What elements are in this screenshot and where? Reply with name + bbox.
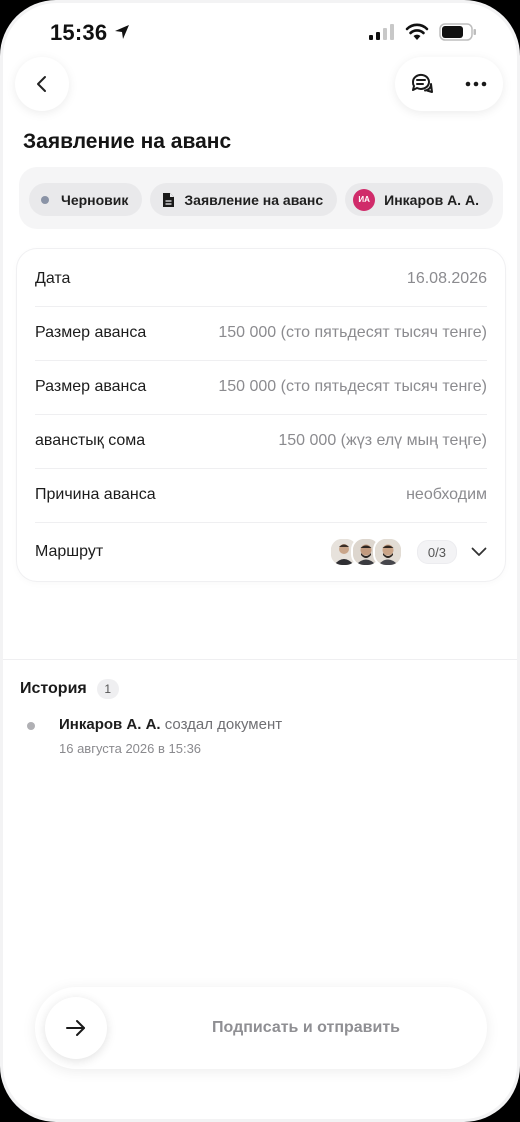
route-counter: 0/3	[416, 540, 457, 564]
signal-icon	[369, 24, 394, 40]
route-label: Маршрут	[35, 543, 104, 560]
chevron-left-icon	[37, 76, 46, 92]
phone-frame: 15:36 Заявление на аванс Черновик Заявле…	[0, 0, 520, 1122]
sign-bar: Подписать и отправить	[35, 987, 487, 1069]
sign-and-send-button[interactable]: Подписать и отправить	[135, 987, 477, 1069]
detail-value: 16.08.2026	[406, 270, 487, 287]
detail-label: аванстық сома	[35, 432, 146, 449]
details-card: Дата 16.08.2026 Размер аванса 150 000 (с…	[17, 249, 505, 581]
chat-bubbles-icon	[411, 73, 433, 93]
detail-label: Размер аванса	[35, 324, 147, 341]
document-icon	[162, 192, 175, 208]
author-chip[interactable]: ИА Инкаров А. А.	[345, 183, 493, 216]
detail-value: 150 000 (сто пятьдесят тысяч тенге)	[218, 378, 487, 395]
screen: 15:36 Заявление на аванс Черновик Заявле…	[3, 3, 517, 1119]
author-avatar: ИА	[353, 188, 376, 211]
history-actor: Инкаров А. А.	[59, 716, 161, 733]
route-row[interactable]: Маршрут 0/3	[35, 523, 487, 581]
history-action: создал документ	[164, 716, 283, 733]
section-divider	[3, 659, 517, 660]
history-bullet-icon	[27, 722, 35, 730]
detail-row-date: Дата 16.08.2026	[35, 252, 487, 307]
detail-label: Размер аванса	[35, 378, 147, 395]
header-actions	[395, 57, 503, 111]
battery-icon	[439, 23, 476, 41]
status-indicators	[369, 23, 477, 41]
author-chip-label: Инкаров А. А.	[384, 191, 479, 208]
doc-type-chip[interactable]: Заявление на аванс	[150, 183, 338, 216]
status-bar: 15:36	[3, 3, 517, 63]
detail-row-amount-2: Размер аванса 150 000 (сто пятьдесят тыс…	[35, 360, 487, 415]
detail-row-amount: Размер аванса 150 000 (сто пятьдесят тыс…	[35, 306, 487, 361]
history-time: 16 августа 2026 в 15:36	[59, 741, 202, 756]
status-dot-icon	[41, 195, 49, 204]
back-button[interactable]	[15, 57, 69, 111]
detail-row-reason: Причина аванса необходим	[35, 468, 487, 523]
wifi-icon	[405, 23, 429, 40]
comments-button[interactable]	[402, 64, 442, 104]
detail-value: 150 000 (сто пятьдесят тысяч тенге)	[218, 324, 487, 341]
send-button[interactable]	[45, 997, 107, 1059]
chips-strip: Черновик Заявление на аванс ИА Инкаров А…	[19, 167, 503, 229]
detail-label: Причина аванса	[35, 486, 156, 503]
detail-row-amount-kz: аванстық сома 150 000 (жүз елү мың теңге…	[35, 414, 487, 469]
more-dots-icon	[465, 81, 487, 87]
status-chip[interactable]: Черновик	[29, 183, 143, 216]
history-title: История	[20, 680, 87, 697]
location-arrow-icon	[115, 25, 129, 39]
chevron-down-icon[interactable]	[471, 547, 487, 557]
route-avatars	[328, 537, 403, 567]
doc-type-chip-label: Заявление на аванс	[184, 191, 324, 208]
detail-value: 150 000 (жүз елү мың теңге)	[278, 432, 487, 449]
detail-label: Дата	[35, 270, 71, 287]
status-chip-label: Черновик	[61, 191, 129, 208]
page-title: Заявление на аванс	[23, 130, 232, 153]
history-header: История 1	[20, 679, 119, 699]
avatar	[372, 537, 403, 567]
detail-value: необходим	[406, 486, 487, 503]
history-count-badge: 1	[96, 679, 119, 699]
more-button[interactable]	[456, 64, 496, 104]
arrow-right-icon	[66, 1020, 85, 1036]
status-time: 15:36	[50, 20, 108, 45]
